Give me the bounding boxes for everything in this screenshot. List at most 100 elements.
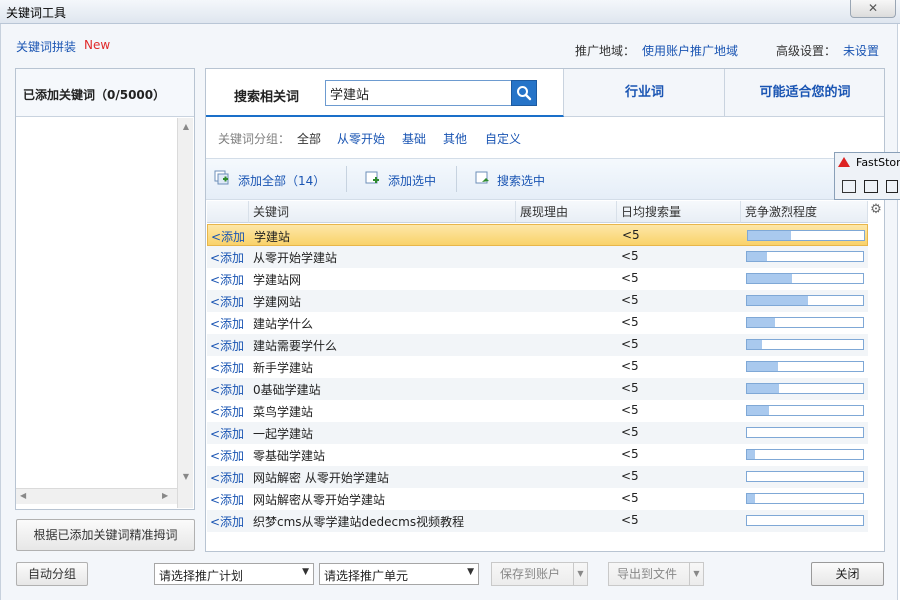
add-keyword-link[interactable]: <添加 bbox=[210, 293, 244, 310]
competition-bar-fill bbox=[747, 494, 756, 503]
add-keyword-link[interactable]: <添加 bbox=[210, 337, 244, 354]
keyword-cell: 从零开始学建站 bbox=[253, 251, 338, 265]
search-volume-cell: <5 bbox=[621, 491, 639, 505]
table-row[interactable]: <添加 网站解密 从零开始学建站 <5 bbox=[207, 466, 868, 488]
window-close-button[interactable]: ✕ bbox=[850, 0, 896, 18]
window-capture-icon[interactable] bbox=[864, 180, 878, 193]
auto-group-button[interactable]: 自动分组 bbox=[16, 562, 88, 586]
table-row[interactable]: <添加 菜鸟学建站 <5 bbox=[207, 400, 868, 422]
competition-bar bbox=[746, 251, 864, 262]
save-to-account-label: 保存到账户 bbox=[500, 567, 561, 581]
tab-industry[interactable]: 行业词 bbox=[565, 69, 725, 117]
competition-bar bbox=[746, 515, 864, 526]
keyword-cell: 学建站网 bbox=[253, 273, 302, 287]
region-capture-icon[interactable] bbox=[886, 180, 898, 193]
add-all-icon bbox=[214, 170, 229, 185]
chevron-down-icon[interactable]: ▼ bbox=[573, 563, 587, 585]
plan-select[interactable]: 请选择推广计划 ▼ bbox=[154, 563, 314, 585]
add-all-button[interactable]: 添加全部（14） bbox=[238, 172, 325, 189]
advanced-settings-link[interactable]: 未设置 bbox=[843, 42, 879, 59]
table-row[interactable]: <添加 一起学建站 <5 bbox=[207, 422, 868, 444]
scroll-right-icon[interactable]: ▶ bbox=[162, 491, 168, 500]
competition-bar bbox=[746, 383, 864, 394]
competition-bar-fill bbox=[747, 384, 780, 393]
export-to-file-button[interactable]: 导出到文件 ▼ bbox=[608, 562, 704, 586]
table-row[interactable]: <添加 织梦cms从零学建站dedecms视频教程 <5 bbox=[207, 510, 868, 532]
table-row[interactable]: <添加 学建网站 <5 bbox=[207, 290, 868, 312]
competition-bar-fill bbox=[747, 274, 793, 283]
table-row[interactable]: <添加 新手学建站 <5 bbox=[207, 356, 868, 378]
group-filter-custom[interactable]: 自定义 bbox=[485, 130, 521, 147]
scroll-left-icon[interactable]: ◀ bbox=[20, 491, 26, 500]
column-header-keyword[interactable]: 关键词 bbox=[249, 201, 516, 223]
close-button[interactable]: 关闭 bbox=[811, 562, 884, 586]
add-selected-button[interactable]: 添加选中 bbox=[388, 172, 436, 189]
search-volume-cell: <5 bbox=[622, 228, 640, 242]
region-link[interactable]: 使用账户推广地域 bbox=[642, 42, 738, 59]
precise-expand-button[interactable]: 根据已添加关键词精准拇词 bbox=[16, 519, 195, 551]
keyword-cell: 新手学建站 bbox=[253, 361, 314, 375]
unit-select[interactable]: 请选择推广单元 ▼ bbox=[319, 563, 479, 585]
search-volume-cell: <5 bbox=[621, 271, 639, 285]
add-keyword-link[interactable]: <添加 bbox=[210, 447, 244, 464]
group-filter-from-zero[interactable]: 从零开始 bbox=[337, 130, 385, 147]
table-row[interactable]: <添加 学建站 <5 bbox=[207, 224, 868, 246]
competition-bar-fill bbox=[747, 450, 756, 459]
tab-suitable[interactable]: 可能适合您的词 bbox=[726, 69, 884, 117]
advanced-settings-label: 高级设置： bbox=[776, 44, 837, 58]
competition-bar-fill bbox=[748, 231, 791, 240]
search-volume-cell: <5 bbox=[621, 403, 639, 417]
competition-bar bbox=[747, 230, 865, 241]
table-row[interactable]: <添加 0基础学建站 <5 bbox=[207, 378, 868, 400]
table-row[interactable]: <添加 学建站网 <5 bbox=[207, 268, 868, 290]
add-keyword-link[interactable]: <添加 bbox=[210, 381, 244, 398]
group-filter-basic[interactable]: 基础 bbox=[402, 130, 426, 147]
column-header-volume[interactable]: 日均搜索量 bbox=[617, 201, 741, 223]
competition-bar bbox=[746, 361, 864, 372]
search-volume-cell: <5 bbox=[621, 293, 639, 307]
export-to-file-label: 导出到文件 bbox=[617, 567, 678, 581]
add-selected-icon bbox=[365, 171, 379, 184]
table-row[interactable]: <添加 建站需要学什么 <5 bbox=[207, 334, 868, 356]
add-keyword-link[interactable]: <添加 bbox=[210, 513, 244, 530]
add-keyword-link[interactable]: <添加 bbox=[210, 271, 244, 288]
table-row[interactable]: <添加 零基础学建站 <5 bbox=[207, 444, 868, 466]
competition-bar-fill bbox=[747, 362, 779, 371]
table-row[interactable]: <添加 建站学什么 <5 bbox=[207, 312, 868, 334]
table-row[interactable]: <添加 从零开始学建站 <5 bbox=[207, 246, 868, 268]
added-keywords-hscrollbar[interactable]: ◀ ▶ bbox=[16, 488, 177, 504]
competition-bar-fill bbox=[747, 296, 809, 305]
search-selected-button[interactable]: 搜索选中 bbox=[497, 172, 545, 189]
add-keyword-link[interactable]: <添加 bbox=[210, 315, 244, 332]
keyword-assembly-link[interactable]: 关键词拼装 bbox=[16, 38, 76, 55]
table-row[interactable]: <添加 网站解密从零开始学建站 <5 bbox=[207, 488, 868, 510]
add-keyword-link[interactable]: <添加 bbox=[210, 469, 244, 486]
add-keyword-link[interactable]: <添加 bbox=[210, 425, 244, 442]
gear-icon[interactable]: ⚙ bbox=[868, 202, 884, 222]
save-to-account-button[interactable]: 保存到账户 ▼ bbox=[491, 562, 588, 586]
open-folder-icon[interactable] bbox=[842, 180, 856, 193]
keyword-cell: 一起学建站 bbox=[253, 427, 314, 441]
add-keyword-link[interactable]: <添加 bbox=[210, 491, 244, 508]
faststone-title: FastSton bbox=[856, 156, 900, 169]
competition-bar-fill bbox=[747, 318, 775, 327]
column-header-reason[interactable]: 展现理由 bbox=[516, 201, 617, 223]
add-keyword-link[interactable]: <添加 bbox=[210, 249, 244, 266]
search-volume-cell: <5 bbox=[621, 315, 639, 329]
scroll-down-icon[interactable]: ▼ bbox=[178, 472, 194, 481]
search-button[interactable] bbox=[511, 80, 537, 106]
add-keyword-link[interactable]: <添加 bbox=[211, 228, 245, 245]
column-header-competition[interactable]: 竞争激烈程度 bbox=[741, 201, 868, 223]
chevron-down-icon[interactable]: ▼ bbox=[689, 563, 703, 585]
added-keywords-scrollbar[interactable]: ▲ ▼ bbox=[177, 118, 193, 508]
competition-bar bbox=[746, 405, 864, 416]
scroll-up-icon[interactable]: ▲ bbox=[178, 122, 194, 131]
group-filter-all[interactable]: 全部 bbox=[297, 130, 321, 147]
group-filter-other[interactable]: 其他 bbox=[443, 130, 467, 147]
search-volume-cell: <5 bbox=[621, 249, 639, 263]
keyword-cell: 零基础学建站 bbox=[253, 449, 326, 463]
add-keyword-link[interactable]: <添加 bbox=[210, 359, 244, 376]
search-input[interactable] bbox=[325, 80, 513, 106]
competition-bar bbox=[746, 273, 864, 284]
add-keyword-link[interactable]: <添加 bbox=[210, 403, 244, 420]
